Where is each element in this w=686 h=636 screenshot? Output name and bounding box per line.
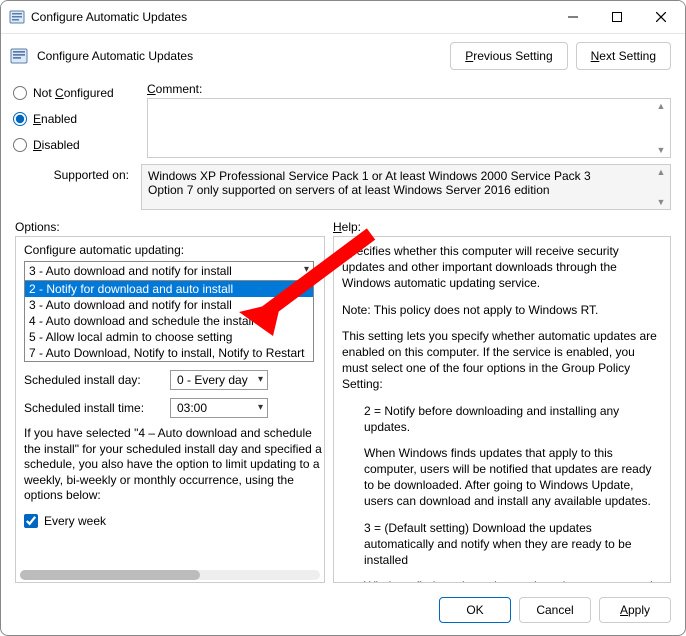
minimize-icon [568,12,578,22]
configure-updating-label: Configure automatic updating: [24,243,325,257]
header-row: Configure Automatic Updates Previous Set… [1,34,685,78]
combo-selected-value[interactable]: 3 - Auto download and notify for install… [25,262,313,281]
scheduled-day-label: Scheduled install day: [24,373,164,387]
chevron-down-icon: ▾ [258,402,263,413]
options-paragraph: If you have selected "4 – Auto download … [24,426,325,504]
help-section-label: Help: [333,220,361,234]
scroll-up-icon: ▲ [657,101,666,111]
close-button[interactable] [639,2,683,32]
horizontal-scrollbar[interactable] [20,570,320,580]
policy-icon [9,46,29,66]
combo-item[interactable]: 2 - Notify for download and auto install [25,281,313,297]
scroll-down-icon: ▼ [657,145,666,155]
help-pane: Specifies whether this computer will rec… [333,236,671,583]
policy-icon-small [9,9,25,25]
state-radio-group: Not Configured Enabled Disabled [13,82,133,158]
policy-title: Configure Automatic Updates [37,49,442,63]
supported-on-text: Windows XP Professional Service Pack 1 o… [141,164,671,210]
minimize-button[interactable] [551,2,595,32]
supported-on-label: Supported on: [13,164,135,182]
cancel-button[interactable]: Cancel [519,597,591,623]
bottom-button-bar: OK Cancel Apply [1,589,685,635]
radio-enabled[interactable]: Enabled [13,112,133,126]
combo-item[interactable]: 7 - Auto Download, Notify to install, No… [25,345,313,361]
combo-dropdown-list: 2 - Notify for download and auto install… [25,281,313,361]
help-text: 3 = (Default setting) Download the updat… [342,520,664,569]
ok-button[interactable]: OK [439,597,511,623]
every-week-checkbox[interactable] [24,514,38,528]
scroll-down-icon: ▼ [657,197,666,207]
help-text: This setting lets you specify whether au… [342,328,664,393]
apply-button[interactable]: Apply [599,597,671,623]
combo-item[interactable]: 3 - Auto download and notify for install [25,297,313,313]
help-text: Windows finds updates that apply to the … [342,578,664,582]
dialog-window: Configure Automatic Updates Configure Au… [0,0,686,636]
scheduled-day-select[interactable]: 0 - Every day ▾ [170,370,268,390]
help-text: 2 = Notify before downloading and instal… [342,403,664,435]
radio-enabled-input[interactable] [13,112,27,126]
radio-not-configured-input[interactable] [13,86,27,100]
maximize-icon [612,12,622,22]
combo-item[interactable]: 5 - Allow local admin to choose setting [25,329,313,345]
scheduled-time-label: Scheduled install time: [24,401,164,415]
close-icon [656,12,666,22]
titlebar: Configure Automatic Updates [1,1,685,33]
options-pane: Configure automatic updating: 3 - Auto d… [15,236,325,583]
help-text: When Windows finds updates that apply to… [342,445,664,510]
radio-not-configured[interactable]: Not Configured [13,86,133,100]
options-section-label: Options: [15,220,325,234]
chevron-down-icon: ▾ [304,264,309,275]
next-setting-button[interactable]: Next Setting [576,42,671,70]
comment-label: Comment: [147,82,671,96]
help-text: Specifies whether this computer will rec… [342,243,664,292]
combo-item[interactable]: 4 - Auto download and schedule the insta… [25,313,313,329]
radio-disabled[interactable]: Disabled [13,138,133,152]
chevron-down-icon: ▾ [258,374,263,385]
scroll-up-icon: ▲ [657,167,666,177]
maximize-button[interactable] [595,2,639,32]
window-title: Configure Automatic Updates [31,10,551,24]
previous-setting-button[interactable]: Previous Setting [450,42,567,70]
every-week-checkbox-row[interactable]: Every week [24,514,325,528]
configure-updating-combo[interactable]: 3 - Auto download and notify for install… [24,261,314,362]
comment-textarea[interactable]: ▲▼ [147,98,671,158]
help-text: Note: This policy does not apply to Wind… [342,302,664,318]
radio-disabled-input[interactable] [13,138,27,152]
scheduled-time-select[interactable]: 03:00 ▾ [170,398,268,418]
